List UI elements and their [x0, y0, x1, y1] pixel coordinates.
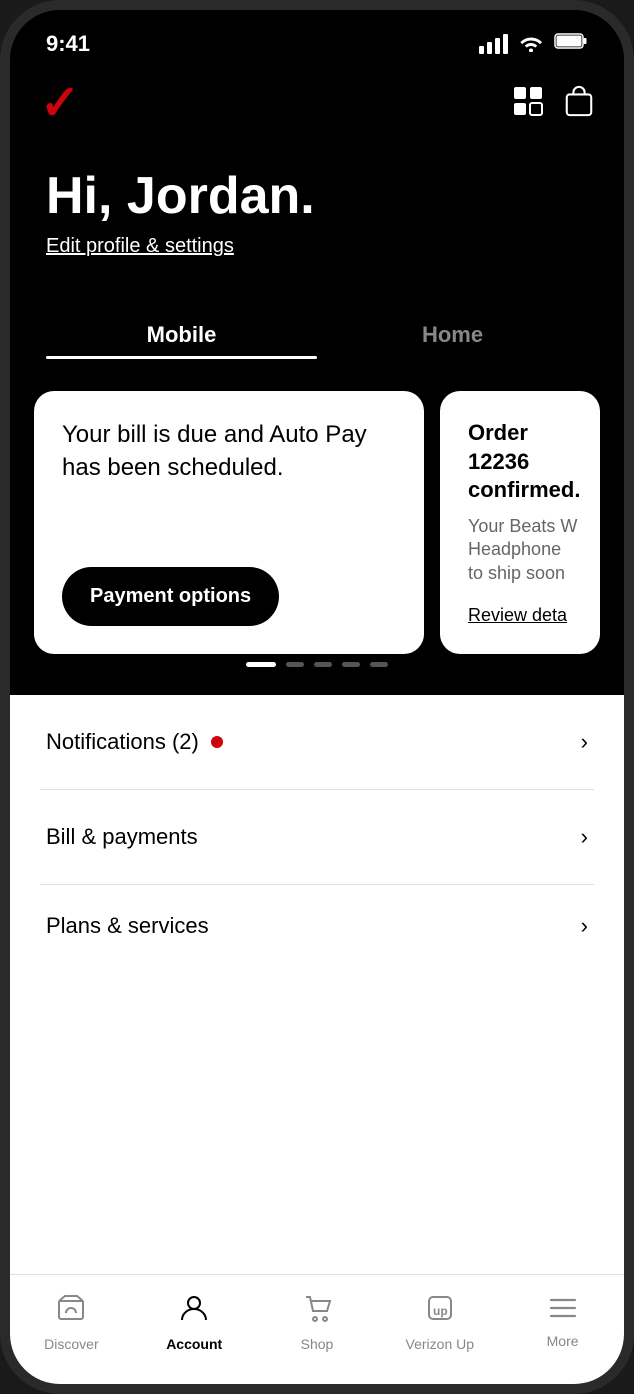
nav-discover[interactable]: Discover [10, 1293, 133, 1352]
account-icon [179, 1293, 209, 1330]
dot-2 [286, 662, 304, 667]
tab-home[interactable]: Home [317, 308, 588, 375]
list-section: Notifications (2) › Bill & payments › Pl… [10, 695, 624, 1274]
status-bar: 9:41 [10, 10, 624, 70]
nav-more-label: More [547, 1333, 579, 1349]
dot-4 [342, 662, 360, 667]
header-actions [512, 85, 594, 124]
dot-5 [370, 662, 388, 667]
discover-icon [56, 1293, 86, 1330]
nav-account[interactable]: Account [133, 1293, 256, 1352]
grid-icon[interactable] [512, 85, 544, 124]
bill-payments-left: Bill & payments [46, 824, 198, 850]
notifications-chevron: › [581, 729, 588, 755]
notifications-list-item[interactable]: Notifications (2) › [10, 695, 624, 789]
cards-section: Your bill is due and Auto Pay has been s… [10, 375, 624, 695]
bill-payments-chevron: › [581, 824, 588, 850]
order-title: Order 12236 confirmed. [468, 419, 580, 505]
status-time: 9:41 [46, 31, 90, 57]
carousel-dots [10, 654, 624, 671]
nav-more[interactable]: More [501, 1296, 624, 1349]
wifi-icon [518, 32, 544, 57]
bill-payments-list-item[interactable]: Bill & payments › [10, 790, 624, 884]
plans-services-chevron: › [581, 913, 588, 939]
nav-discover-label: Discover [44, 1336, 98, 1352]
bag-icon[interactable] [564, 85, 594, 124]
signal-bars-icon [479, 34, 508, 54]
more-icon [548, 1296, 578, 1327]
greeting-name: Hi, Jordan. [46, 168, 588, 225]
nav-verizon-up-label: Verizon Up [406, 1336, 474, 1352]
cards-scroll: Your bill is due and Auto Pay has been s… [10, 391, 624, 654]
order-subtitle: Your Beats W Headphone to ship soon [468, 515, 580, 585]
plans-services-label: Plans & services [46, 913, 209, 939]
tabs-section: Mobile Home [10, 288, 624, 375]
bill-card-text: Your bill is due and Auto Pay has been s… [62, 419, 396, 484]
greeting-section: Hi, Jordan. Edit profile & settings [10, 148, 624, 288]
dot-3 [314, 662, 332, 667]
nav-shop-label: Shop [301, 1336, 334, 1352]
notifications-label: Notifications (2) [46, 729, 199, 755]
header-bar: ✓ [10, 70, 624, 148]
phone-frame: 9:41 ✓ [0, 0, 634, 1394]
nav-shop[interactable]: Shop [256, 1293, 379, 1352]
tab-mobile[interactable]: Mobile [46, 308, 317, 375]
bill-payments-label: Bill & payments [46, 824, 198, 850]
review-details-link[interactable]: Review deta [468, 605, 580, 626]
plans-services-list-item[interactable]: Plans & services › [10, 885, 624, 959]
dot-1 [246, 662, 276, 667]
tab-mobile-label: Mobile [46, 322, 317, 348]
tab-home-underline [317, 356, 588, 359]
battery-icon [554, 32, 588, 56]
tabs-container: Mobile Home [10, 308, 624, 375]
bottom-nav: Discover Account Shop [10, 1274, 624, 1384]
tab-home-label: Home [317, 322, 588, 348]
notification-dot [211, 736, 223, 748]
edit-profile-link[interactable]: Edit profile & settings [46, 235, 234, 257]
order-card: Order 12236 confirmed. Your Beats W Head… [440, 391, 600, 654]
notifications-left: Notifications (2) [46, 729, 223, 755]
bill-card: Your bill is due and Auto Pay has been s… [34, 391, 424, 654]
verizon-logo: ✓ [40, 80, 80, 128]
shop-icon [302, 1293, 332, 1330]
status-icons [479, 32, 588, 57]
verizon-up-icon: up [425, 1293, 455, 1330]
svg-text:up: up [433, 1304, 448, 1318]
tab-mobile-underline [46, 356, 317, 359]
nav-verizon-up[interactable]: up Verizon Up [378, 1293, 501, 1352]
nav-account-label: Account [166, 1336, 222, 1352]
payment-options-button[interactable]: Payment options [62, 567, 279, 626]
